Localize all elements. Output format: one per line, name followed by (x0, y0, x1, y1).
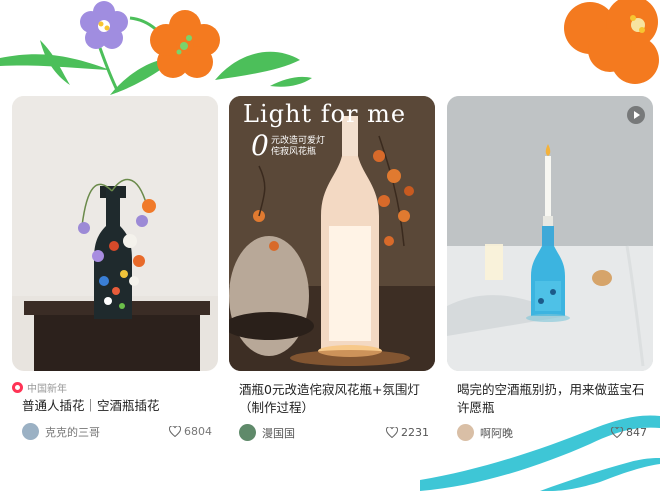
like-button[interactable]: 6804 (169, 425, 212, 438)
topic-tag-label: 中国新年 (27, 383, 67, 395)
post-image[interactable] (12, 96, 218, 371)
post-meta: 啊阿晚 847 (447, 424, 653, 441)
post-card[interactable]: Light for me 0 元改造可爱灯 侘寂风花瓶 酒瓶0元改造侘寂风花瓶+… (229, 96, 435, 441)
play-icon[interactable] (627, 106, 645, 124)
post-meta: 克克的三哥 6804 (12, 423, 218, 440)
like-button[interactable]: 847 (611, 426, 647, 439)
overlay-subtitle-line1: 元改造可爱灯 (271, 136, 326, 146)
avatar (457, 424, 474, 441)
post-title-line1: 酒瓶0元改造侘寂风花瓶+氛围灯 (239, 382, 420, 397)
post-image-art (12, 96, 218, 371)
flower-decoration-right (564, 0, 659, 84)
post-title-line2: 许愿瓶 (457, 400, 495, 415)
overlay-big-number: 0 (251, 129, 269, 162)
post-card[interactable]: 中国新年 普通人插花｜空酒瓶插花 克克的三哥 6804 (12, 96, 218, 440)
post-image[interactable] (447, 96, 653, 371)
like-count: 2231 (401, 426, 429, 439)
author-name: 漫国国 (262, 426, 295, 440)
topic-tag[interactable]: 中国新年 (12, 380, 218, 395)
post-meta: 漫国国 2231 (229, 424, 435, 441)
heart-icon (611, 427, 623, 438)
overlay-subtitle-line2: 侘寂风花瓶 (271, 147, 317, 157)
author[interactable]: 克克的三哥 (22, 423, 100, 440)
author-name: 啊阿晚 (480, 426, 513, 440)
flower-icon (150, 10, 220, 78)
overlay-subtitle: 元改造可爱灯 侘寂风花瓶 (271, 136, 325, 158)
tag-icon (12, 381, 23, 393)
like-button[interactable]: 2231 (386, 426, 429, 439)
leaf-icon (215, 51, 300, 80)
post-title[interactable]: 喝完的空酒瓶别扔，用来做蓝宝石 许愿瓶 (447, 381, 653, 417)
post-card[interactable]: 喝完的空酒瓶别扔，用来做蓝宝石 许愿瓶 啊阿晚 847 (447, 96, 653, 441)
post-title-line1: 喝完的空酒瓶别扔，用来做蓝宝石 (457, 382, 645, 397)
overlay-title: Light for me (243, 100, 407, 128)
post-title[interactable]: 普通人插花｜空酒瓶插花 (12, 397, 218, 415)
like-count: 6804 (184, 425, 212, 438)
post-title[interactable]: 酒瓶0元改造侘寂风花瓶+氛围灯 （制作过程） (229, 381, 435, 417)
author-name: 克克的三哥 (45, 425, 100, 439)
leaf-icon (270, 76, 312, 87)
author[interactable]: 啊阿晚 (457, 424, 513, 441)
heart-icon (386, 427, 398, 438)
post-title-line2: （制作过程） (239, 400, 315, 415)
heart-icon (169, 426, 181, 437)
flower-icon (80, 1, 128, 49)
post-image[interactable]: Light for me 0 元改造可爱灯 侘寂风花瓶 (229, 96, 435, 371)
like-count: 847 (626, 426, 647, 439)
avatar (239, 424, 256, 441)
flower-icon (564, 0, 659, 84)
author[interactable]: 漫国国 (239, 424, 295, 441)
avatar (22, 423, 39, 440)
post-image-art (447, 96, 653, 371)
flower-decoration (0, 1, 312, 95)
